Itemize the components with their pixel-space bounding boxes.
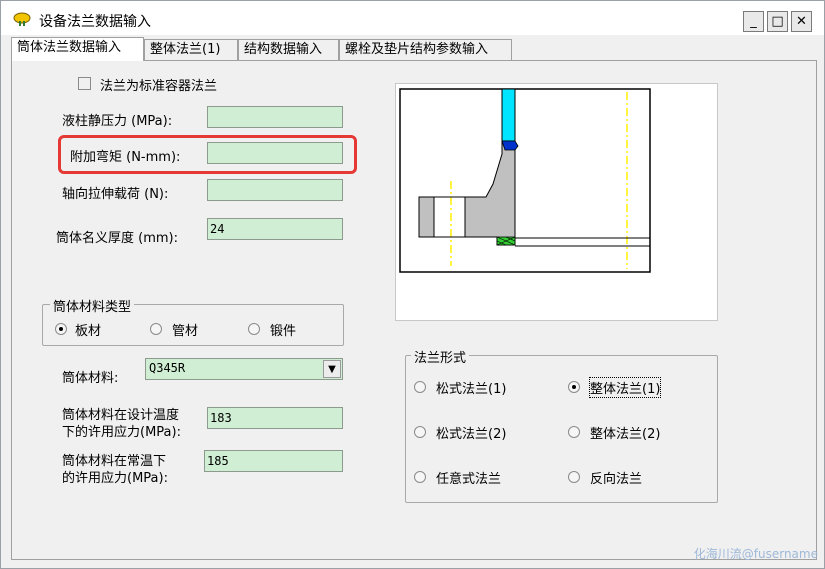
radio-arbitrary-flange[interactable]: [414, 471, 426, 483]
radio-arbitrary-flange-label: 任意式法兰: [436, 472, 502, 487]
window-title: 设备法兰数据输入: [39, 14, 151, 30]
radio-loose-flange-2-label: 松式法兰(2): [436, 427, 507, 442]
nominal-thickness-input[interactable]: 24: [207, 218, 343, 240]
design-stress-input[interactable]: 183: [207, 407, 343, 429]
axial-tension-label: 轴向拉伸载荷 (N):: [62, 187, 169, 202]
watermark: 化海川流@fusername: [693, 547, 818, 561]
additional-moment-input[interactable]: [207, 142, 343, 164]
radio-loose-flange-1-label: 松式法兰(1): [436, 382, 507, 397]
radio-loose-flange-1[interactable]: [414, 381, 426, 393]
radio-forging[interactable]: [248, 323, 260, 335]
nominal-thickness-label: 筒体名义厚度 (mm):: [56, 231, 178, 246]
close-icon: ✕: [796, 14, 807, 29]
chevron-down-icon: ▼: [328, 363, 336, 375]
flange-input-window: 设备法兰数据输入 _ □ ✕ 筒体法兰数据输入 整体法兰(1) 结构数据输入 螺…: [0, 0, 825, 569]
axial-tension-input[interactable]: [207, 179, 343, 201]
material-type-group-title: 筒体材料类型: [50, 296, 135, 315]
radio-forging-label: 锻件: [270, 324, 297, 339]
tab-integral-flange-1[interactable]: 整体法兰(1): [144, 39, 238, 60]
radio-pipe[interactable]: [150, 323, 162, 335]
title-bar: 设备法兰数据输入 _ □ ✕: [1, 1, 824, 35]
hydrostatic-pressure-label: 液柱静压力 (MPa):: [62, 114, 173, 129]
tab-shell-flange-data[interactable]: 筒体法兰数据输入: [11, 37, 144, 61]
radio-integral-flange-2[interactable]: [568, 426, 580, 438]
radio-pipe-label: 管材: [172, 324, 199, 339]
minimize-icon: _: [750, 14, 757, 29]
radio-reverse-flange[interactable]: [568, 471, 580, 483]
ambient-stress-label-line2: 的许用应力(MPa):: [62, 471, 168, 486]
standard-flange-checkbox[interactable]: [78, 77, 91, 90]
radio-plate[interactable]: [55, 323, 67, 335]
material-select-value: Q345R: [149, 361, 186, 375]
minimize-button[interactable]: _: [743, 11, 764, 32]
tab-structure-data[interactable]: 结构数据输入: [238, 39, 339, 60]
maximize-button[interactable]: □: [767, 11, 788, 32]
material-label: 筒体材料:: [62, 371, 119, 386]
radio-reverse-flange-label: 反向法兰: [590, 472, 643, 487]
material-type-group: 筒体材料类型 板材 管材 锻件: [42, 296, 344, 346]
radio-integral-flange-1[interactable]: [568, 381, 580, 393]
tab-panel: 法兰为标准容器法兰 液柱静压力 (MPa): 附加弯矩 (N-mm): 轴向拉伸…: [11, 60, 817, 560]
design-stress-label-line2: 下的许用应力(MPa):: [62, 425, 181, 440]
maximize-icon: □: [771, 14, 784, 29]
app-icon: [13, 12, 31, 26]
radio-plate-label: 板材: [75, 324, 102, 339]
material-select[interactable]: Q345R ▼: [145, 358, 343, 380]
flange-preview: [395, 83, 718, 321]
radio-integral-flange-1-label: 整体法兰(1): [588, 377, 662, 398]
radio-integral-flange-2-label: 整体法兰(2): [590, 427, 661, 442]
flange-form-group: 法兰形式 松式法兰(1) 整体法兰(1) 松式法兰(2) 整体法兰(2) 任意式…: [405, 347, 718, 503]
standard-flange-label: 法兰为标准容器法兰: [100, 79, 218, 94]
flange-form-group-title: 法兰形式: [411, 347, 470, 366]
close-button[interactable]: ✕: [791, 11, 812, 32]
ambient-stress-input[interactable]: 185: [204, 450, 343, 472]
radio-loose-flange-2[interactable]: [414, 426, 426, 438]
dropdown-arrow-button[interactable]: ▼: [323, 360, 341, 378]
flange-cross-section-drawing: [399, 88, 651, 273]
additional-moment-label: 附加弯矩 (N-mm):: [70, 150, 181, 165]
tab-bolt-gasket-params[interactable]: 螺栓及垫片结构参数输入: [339, 39, 512, 60]
hydrostatic-pressure-input[interactable]: [207, 106, 343, 128]
